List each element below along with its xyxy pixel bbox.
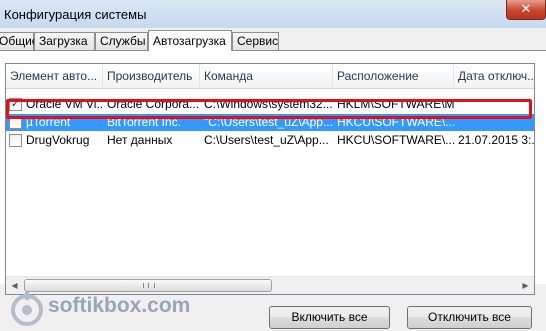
tab-services[interactable]: Службы (95, 32, 148, 50)
cell-location: HKCU\SOFTWARE\... (337, 133, 454, 147)
tab-label: Сервис (237, 34, 279, 48)
scrollbar-thumb[interactable] (24, 279, 272, 292)
watermark-logo-icon (11, 292, 43, 326)
startup-checkbox[interactable] (9, 134, 22, 147)
column-header-command[interactable]: Команда (200, 64, 333, 88)
column-header-date-disabled[interactable]: Дата отключ... (454, 64, 534, 88)
annotation-highlight (6, 99, 532, 119)
startup-items-list[interactable]: Элемент авто... Производитель Команда Ра… (5, 63, 535, 295)
cell-manufacturer: Нет данных (107, 133, 173, 147)
tab-label: Загрузка (39, 34, 88, 48)
window-title: Конфигурация системы (4, 7, 147, 22)
tab-strip: Общие Загрузка Службы Автозагрузка Серви… (0, 30, 546, 51)
grip-icon (143, 283, 155, 288)
column-header-manufacturer[interactable]: Производитель (103, 64, 200, 88)
tab-tools[interactable]: Сервис (232, 32, 279, 50)
cell-date: 21.07.2015 3:... (458, 133, 535, 147)
column-header-location[interactable]: Расположение (333, 64, 454, 88)
cell-command: C:\Users\test_uZ\App... (204, 133, 329, 147)
tab-label: Службы (100, 34, 146, 48)
startup-tab-panel: Элемент авто... Производитель Команда Ра… (0, 50, 546, 295)
enable-all-button[interactable]: Включить все (269, 306, 390, 329)
column-header-startup-item[interactable]: Элемент авто... (6, 64, 103, 88)
tab-boot[interactable]: Загрузка (34, 32, 95, 50)
cell-item: DrugVokrug (26, 133, 90, 147)
tab-general[interactable]: Общие (0, 32, 38, 50)
tab-startup[interactable]: Автозагрузка (148, 30, 232, 51)
list-header: Элемент авто... Производитель Команда Ра… (6, 64, 534, 89)
table-row[interactable]: DrugVokrug Нет данных C:\Users\test_uZ\A… (6, 132, 534, 149)
close-icon: ✕ (520, 1, 532, 16)
watermark-text: softikbox.com (48, 294, 191, 317)
tab-label: Общие (0, 34, 39, 48)
title-bar: Конфигурация системы ✕ (0, 0, 546, 28)
tab-label: Автозагрузка (153, 34, 226, 48)
scroll-right-arrow-icon[interactable]: ▶ (517, 277, 534, 294)
disable-all-button[interactable]: Отключить все (407, 306, 532, 329)
close-button[interactable]: ✕ (506, 0, 546, 20)
watermark: softikbox.com (8, 292, 191, 328)
